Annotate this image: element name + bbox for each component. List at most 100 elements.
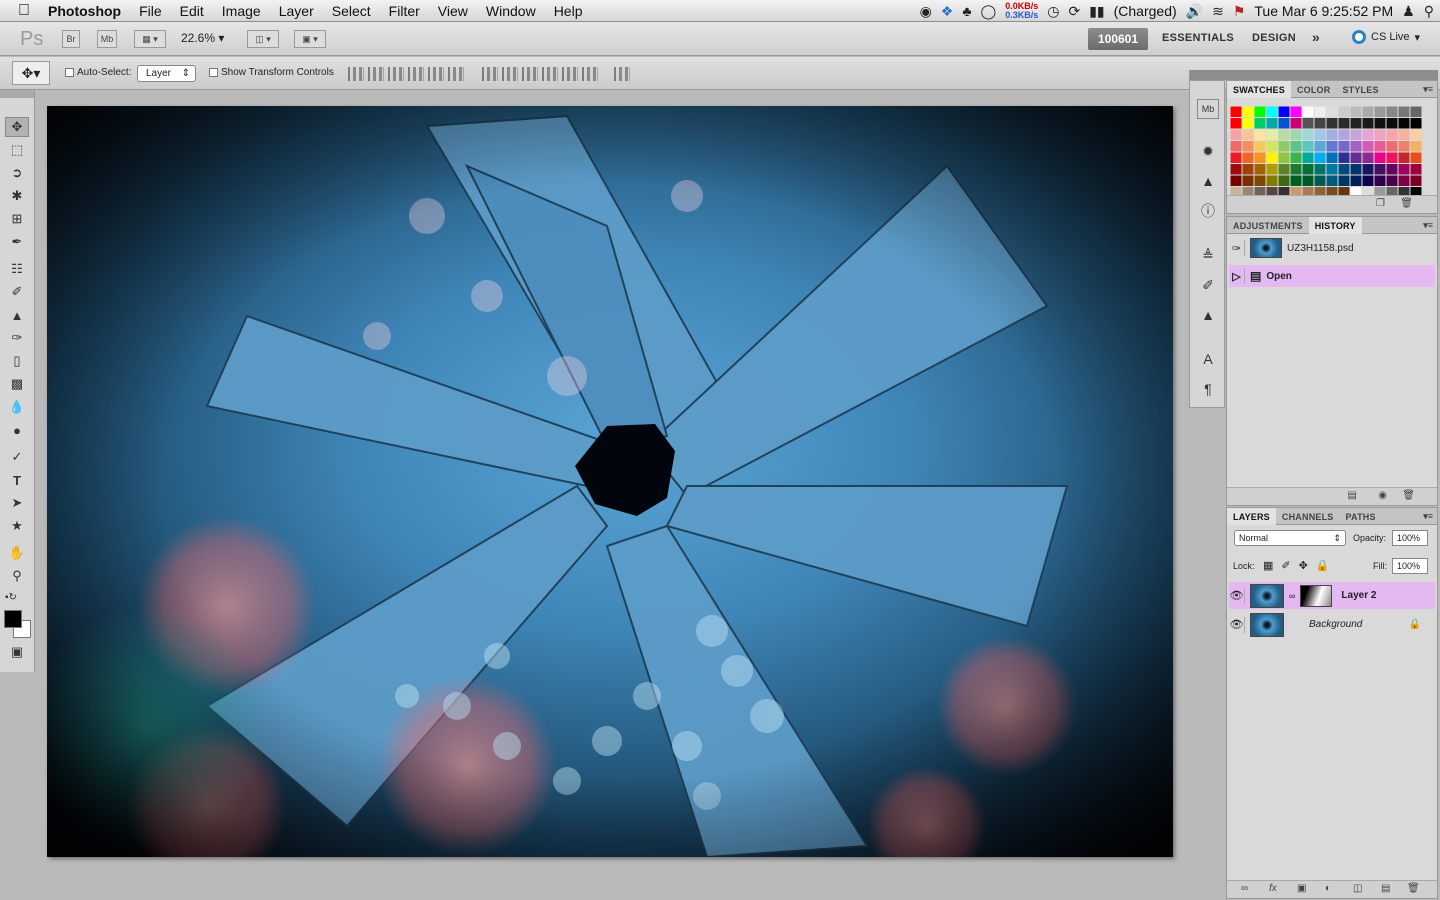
clone-source-icon[interactable]: ▲ xyxy=(1197,305,1219,325)
tab-swatches[interactable]: SWATCHES xyxy=(1227,81,1291,98)
foreground-color-chip[interactable] xyxy=(4,610,22,628)
swatch[interactable] xyxy=(1278,164,1290,175)
swatch[interactable] xyxy=(1242,106,1254,118)
search-icon[interactable]: ⚲ xyxy=(1424,3,1434,20)
swatch[interactable] xyxy=(1350,164,1362,175)
swatch[interactable] xyxy=(1398,152,1410,164)
swatch[interactable] xyxy=(1254,141,1266,152)
volume-icon[interactable]: 🔊 xyxy=(1186,3,1203,20)
swatch[interactable] xyxy=(1266,118,1278,129)
swatch[interactable] xyxy=(1386,164,1398,175)
panel-menu-icon[interactable]: ▾≡ xyxy=(1423,511,1433,522)
delete-swatch-icon[interactable]: 🗑 xyxy=(1400,198,1413,209)
swap-colors-icon[interactable]: ▪↻ xyxy=(5,590,29,604)
dodge-tool-icon[interactable]: ● xyxy=(5,420,29,440)
tab-styles[interactable]: STYLES xyxy=(1336,81,1384,98)
brush-icon[interactable]: ✐ xyxy=(1197,275,1219,295)
marquee-tool-icon[interactable]: ⬚ xyxy=(5,140,29,160)
swatch[interactable] xyxy=(1242,175,1254,187)
cs-live-button[interactable]: CS Live ▾ xyxy=(1352,30,1420,44)
zoom-level[interactable]: 22.6% ▾ xyxy=(181,31,224,45)
pen-tool-icon[interactable]: ✓ xyxy=(5,447,29,467)
layer-name[interactable]: Layer 2 xyxy=(1341,590,1376,601)
paw-icon[interactable]: ♣ xyxy=(962,3,971,19)
swatch[interactable] xyxy=(1266,164,1278,175)
swatch[interactable] xyxy=(1362,106,1374,118)
blend-mode-dropdown[interactable]: Normal ⇕ xyxy=(1234,530,1346,546)
healing-brush-tool-icon[interactable]: ☷ xyxy=(5,259,29,279)
menu-filter[interactable]: Filter xyxy=(380,3,429,19)
blur-tool-icon[interactable]: 💧 xyxy=(5,397,29,417)
swatch[interactable] xyxy=(1350,152,1362,164)
layer-name[interactable]: Background xyxy=(1309,619,1362,630)
user-icon[interactable]: ♟ xyxy=(1402,3,1415,20)
swatch[interactable] xyxy=(1254,175,1266,187)
distribute-buttons[interactable] xyxy=(482,67,598,81)
info-icon[interactable]: ⓘ xyxy=(1197,201,1219,221)
snapshot-camera-icon[interactable]: ◉ xyxy=(1378,490,1387,501)
swatch[interactable] xyxy=(1302,106,1314,118)
swatch[interactable] xyxy=(1374,175,1386,187)
swatch[interactable] xyxy=(1254,152,1266,164)
view-extras-button[interactable]: ▦ ▾ xyxy=(134,30,166,48)
swatch[interactable] xyxy=(1314,106,1326,118)
more-workspaces-button[interactable]: » xyxy=(1312,29,1320,45)
swatch[interactable] xyxy=(1398,175,1410,187)
crop-tool-icon[interactable]: ⊞ xyxy=(5,209,29,229)
swatch[interactable] xyxy=(1326,164,1338,175)
history-brush-tool-icon[interactable]: ✑ xyxy=(5,328,29,348)
fx-icon[interactable]: fx xyxy=(1269,883,1277,894)
custom-shape-tool-icon[interactable]: ★ xyxy=(5,516,29,536)
swatch[interactable] xyxy=(1386,141,1398,152)
swatch[interactable] xyxy=(1326,129,1338,141)
swatch[interactable] xyxy=(1350,106,1362,118)
swatch[interactable] xyxy=(1230,175,1242,187)
screen-mode-button[interactable]: ▣ ▾ xyxy=(294,30,326,48)
swatch[interactable] xyxy=(1278,129,1290,141)
swatch[interactable] xyxy=(1386,152,1398,164)
tab-color[interactable]: COLOR xyxy=(1291,81,1337,98)
swatch[interactable] xyxy=(1410,175,1422,187)
layer-row[interactable]: 👁 ∞ Layer 2 xyxy=(1229,582,1435,609)
swatch[interactable] xyxy=(1290,175,1302,187)
swatch[interactable] xyxy=(1338,141,1350,152)
swatch[interactable] xyxy=(1362,175,1374,187)
swatch[interactable] xyxy=(1338,118,1350,129)
network-monitor[interactable]: 0.0KB/s 0.3KB/s xyxy=(1005,2,1038,20)
hand-tool-icon[interactable]: ✋ xyxy=(5,543,29,563)
swatch[interactable] xyxy=(1290,106,1302,118)
lasso-tool-icon[interactable]: ➲ xyxy=(5,163,29,183)
swatch[interactable] xyxy=(1278,118,1290,129)
wifi-icon[interactable]: ≋ xyxy=(1212,3,1224,20)
swatch[interactable] xyxy=(1230,152,1242,164)
delete-state-icon[interactable]: 🗑 xyxy=(1402,490,1415,501)
quick-mask-icon[interactable]: ▣ xyxy=(5,642,29,662)
swatch[interactable] xyxy=(1326,106,1338,118)
swatch[interactable] xyxy=(1326,152,1338,164)
swatch[interactable] xyxy=(1314,175,1326,187)
menu-window[interactable]: Window xyxy=(477,3,545,19)
panel-menu-icon[interactable]: ▾≡ xyxy=(1423,220,1433,231)
swatch[interactable] xyxy=(1254,129,1266,141)
new-group-icon[interactable]: ◫ xyxy=(1353,883,1362,894)
zoom-tool-icon[interactable]: ⚲ xyxy=(5,566,29,586)
swatch[interactable] xyxy=(1242,152,1254,164)
align-buttons[interactable] xyxy=(348,67,464,81)
swatch[interactable] xyxy=(1338,152,1350,164)
menu-help[interactable]: Help xyxy=(545,3,592,19)
swatch[interactable] xyxy=(1242,118,1254,129)
swatch[interactable] xyxy=(1278,106,1290,118)
fill-field[interactable]: 100% xyxy=(1392,558,1428,574)
swatch[interactable] xyxy=(1398,118,1410,129)
tools-panel-header[interactable] xyxy=(0,90,34,98)
history-snapshot[interactable]: ✑ UZ3H1158.psd xyxy=(1229,237,1435,259)
swatch[interactable] xyxy=(1410,164,1422,175)
swatch[interactable] xyxy=(1386,106,1398,118)
swatch[interactable] xyxy=(1278,141,1290,152)
apple-icon[interactable]:  xyxy=(0,2,39,20)
opacity-field[interactable]: 100% xyxy=(1392,530,1428,546)
swatch[interactable] xyxy=(1362,129,1374,141)
swatch[interactable] xyxy=(1398,129,1410,141)
swatch-grid[interactable] xyxy=(1230,106,1426,202)
swatch[interactable] xyxy=(1266,152,1278,164)
